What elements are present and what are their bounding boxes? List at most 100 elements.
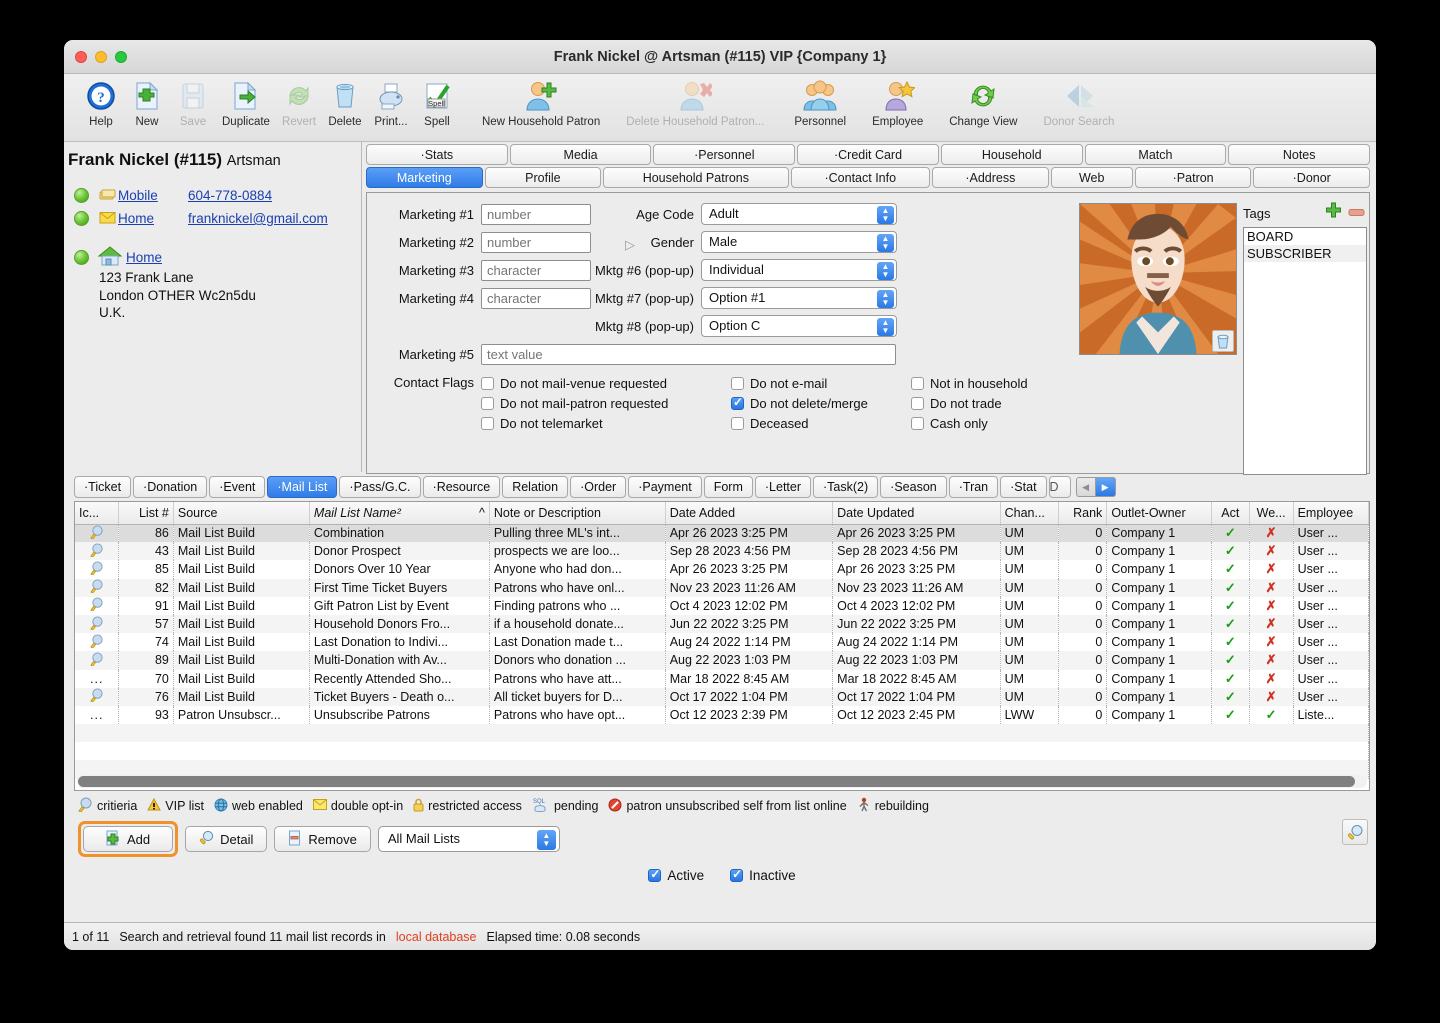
column-header-outlet-owner[interactable]: Outlet-Owner <box>1106 502 1212 525</box>
plus-icon[interactable] <box>1325 202 1342 224</box>
close-button[interactable] <box>75 51 87 63</box>
tab-profile[interactable]: Profile <box>484 167 602 188</box>
bottom-tab-season[interactable]: ·Season <box>880 476 947 498</box>
table-row[interactable]: 76 Mail List Build Ticket Buyers - Death o… <box>75 687 1369 706</box>
column-header-list-num[interactable]: List # <box>118 502 174 525</box>
bottom-tab-pass-gc[interactable]: ·Pass/G.C. <box>339 476 421 498</box>
bottom-tab-payment[interactable]: ·Payment <box>628 476 702 498</box>
toolbar-employee-button[interactable]: Employee <box>866 78 929 128</box>
bottom-tab-relation[interactable]: Relation <box>502 476 569 498</box>
checkbox-do-not-mail-patron[interactable]: Do not mail-patron requested <box>481 393 731 413</box>
table-row[interactable]: 43 Mail List Build Donor Prospect prospects… <box>75 542 1369 561</box>
tab-personnel[interactable]: ·Personnel <box>653 144 796 165</box>
address-label-home[interactable]: Home <box>126 250 196 265</box>
toolbar-new-button[interactable]: New <box>124 78 170 128</box>
contact-label-home-email[interactable]: Home <box>118 211 188 226</box>
column-header-employee[interactable]: Employee <box>1293 502 1369 525</box>
input-marketing4[interactable] <box>481 287 591 309</box>
scrollbar-thumb[interactable] <box>78 776 1356 787</box>
checkbox-do-not-email[interactable]: Do not e-mail <box>731 373 911 393</box>
tab-web[interactable]: Web <box>1050 167 1133 188</box>
tab-media[interactable]: Media <box>509 144 652 165</box>
input-marketing3[interactable] <box>481 259 591 281</box>
column-header-icon[interactable]: Ic... <box>75 502 120 525</box>
table-row[interactable]: 82 Mail List Build First Time Ticket Buyer… <box>75 578 1369 597</box>
table-row[interactable]: 86 Mail List Build Combination Pulling thre… <box>75 524 1369 543</box>
input-marketing5[interactable] <box>481 343 896 365</box>
checkbox-not-in-household[interactable]: Not in household <box>911 373 1071 393</box>
tab-stats[interactable]: ·Stats <box>366 144 508 165</box>
bottom-tab-event[interactable]: ·Event <box>209 476 266 498</box>
column-header-note[interactable]: Note or Description <box>489 502 666 525</box>
toolbar-duplicate-button[interactable]: Duplicate <box>216 78 276 128</box>
checkbox-do-not-delete-merge[interactable]: Do not delete/merge <box>731 393 911 413</box>
bottom-tab-form[interactable]: Form <box>703 476 753 498</box>
bottom-tab-task[interactable]: ·Task(2) <box>813 476 879 498</box>
mail-list-filter-select[interactable]: All Mail Lists ▲ ▼ <box>377 826 560 852</box>
bottom-tab-stat[interactable]: ·Stat <box>1000 476 1047 498</box>
tag-item[interactable]: SUBSCRIBER <box>1244 245 1366 262</box>
checkbox-inactive[interactable]: Inactive <box>730 865 796 885</box>
table-row[interactable]: ... 93 Patron Unsubscr... Unsubscribe Patro… <box>75 705 1369 725</box>
tab-marketing[interactable]: Marketing <box>366 167 483 188</box>
checkbox-cash-only[interactable]: Cash only <box>911 413 1071 433</box>
column-header-source[interactable]: Source <box>173 502 310 525</box>
contact-value-mobile[interactable]: 604-778-0884 <box>188 188 272 203</box>
toolbar-print-button[interactable]: Print... <box>368 78 414 128</box>
select-age-code[interactable]: Adult ▲ ▼ <box>701 203 897 225</box>
window-controls[interactable] <box>75 51 127 63</box>
toolbar-personnel-button[interactable]: Personnel <box>788 78 852 128</box>
contact-label-mobile[interactable]: Mobile <box>118 188 188 203</box>
checkbox-do-not-trade[interactable]: Do not trade <box>911 393 1071 413</box>
search-magnifier-button[interactable] <box>1342 819 1368 845</box>
add-button[interactable]: Add <box>83 826 174 852</box>
bottom-tab-ticket[interactable]: ·Ticket <box>74 476 132 498</box>
checkbox-deceased[interactable]: Deceased <box>731 413 911 433</box>
checkbox-do-not-telemarket[interactable]: Do not telemarket <box>481 413 731 433</box>
address-header[interactable]: Home <box>66 246 361 269</box>
bottom-tab-resource[interactable]: ·Resource <box>422 476 501 498</box>
toolbar-change-view-button[interactable]: Change View <box>943 78 1023 128</box>
horizontal-scrollbar[interactable] <box>77 775 1367 788</box>
patron-photo[interactable] <box>1079 203 1237 355</box>
select-mktg8[interactable]: Option C ▲ ▼ <box>701 315 897 337</box>
bottom-tab-donation[interactable]: ·Donation <box>133 476 208 498</box>
tab-scroll-arrows[interactable]: ◀ ▶ <box>1075 477 1116 497</box>
tab-household-patrons[interactable]: Household Patrons <box>603 167 789 188</box>
contact-row-mobile[interactable]: Mobile 604-778-0884 <box>66 184 361 207</box>
tab-notes[interactable]: Notes <box>1228 144 1371 165</box>
minimize-button[interactable] <box>95 51 107 63</box>
table-row[interactable]: 91 Mail List Build Gift Patron List by Eve… <box>75 596 1369 615</box>
column-header-chan[interactable]: Chan... <box>1000 502 1060 525</box>
tab-credit-card[interactable]: ·Credit Card <box>797 144 939 165</box>
table-row[interactable]: 74 Mail List Build Last Donation to Indivi… <box>75 633 1369 652</box>
column-header-act[interactable]: Act <box>1211 502 1250 525</box>
detail-button[interactable]: Detail <box>185 826 268 852</box>
bottom-tab-tran[interactable]: ·Tran <box>948 476 999 498</box>
toolbar-spell-button[interactable]: Spell Spell <box>414 78 460 128</box>
minus-icon[interactable] <box>1348 204 1365 222</box>
tab-household[interactable]: Household <box>940 144 1083 165</box>
toolbar-new-household-patron-button[interactable]: New Household Patron <box>476 78 606 128</box>
input-marketing2[interactable] <box>481 231 591 253</box>
tab-patron[interactable]: ·Patron <box>1134 167 1252 188</box>
table-row[interactable]: ... 70 Mail List Build Recently Attended Sh… <box>75 669 1369 688</box>
tab-match[interactable]: Match <box>1084 144 1227 165</box>
column-header-date-updated[interactable]: Date Updated <box>832 502 1001 525</box>
input-marketing1[interactable] <box>481 203 591 225</box>
remove-button[interactable]: Remove <box>274 826 371 852</box>
select-gender[interactable]: Male ▲ ▼ <box>701 231 897 253</box>
scroll-right-arrow-icon[interactable]: ▶ <box>1095 477 1116 497</box>
scroll-left-arrow-icon[interactable]: ◀ <box>1075 477 1096 497</box>
table-row[interactable]: 85 Mail List Build Donors Over 10 Year Anyo… <box>75 560 1369 579</box>
tab-donor[interactable]: ·Donor <box>1253 167 1371 188</box>
photo-trash-icon[interactable] <box>1212 330 1234 352</box>
mail-list-table[interactable]: Ic... List # Source Mail List Name² ^ Not… <box>74 501 1370 791</box>
column-header-web[interactable]: We... <box>1249 502 1294 525</box>
column-header-rank[interactable]: Rank <box>1058 502 1108 525</box>
table-row[interactable]: 89 Mail List Build Multi-Donation with Av.… <box>75 651 1369 670</box>
tag-item[interactable]: BOARD <box>1244 228 1366 245</box>
bottom-tab-letter[interactable]: ·Letter <box>754 476 812 498</box>
bottom-tab-order[interactable]: ·Order <box>570 476 627 498</box>
checkbox-do-not-mail-venue[interactable]: Do not mail-venue requested <box>481 373 731 393</box>
